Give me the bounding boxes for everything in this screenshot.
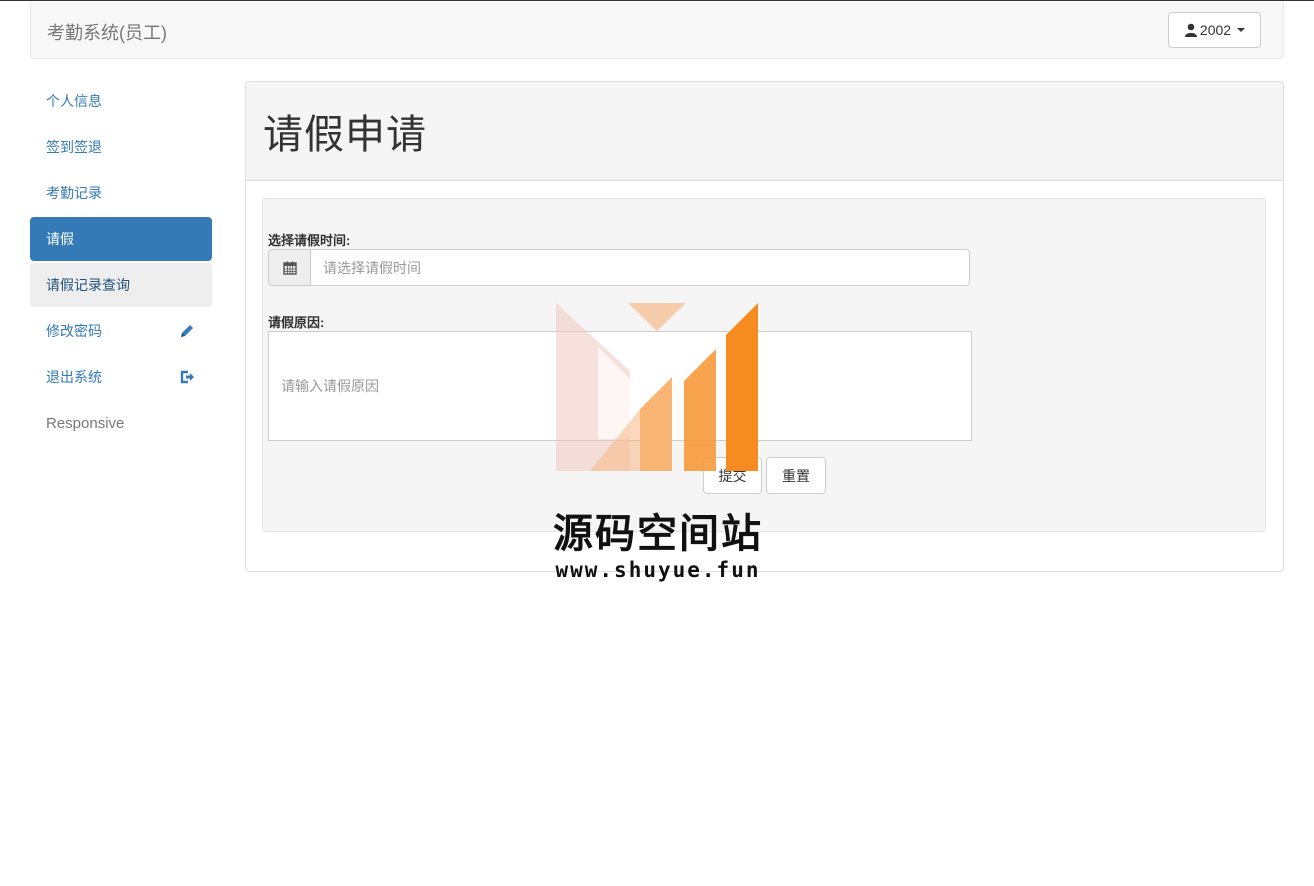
leave-date-input[interactable] [311, 249, 970, 286]
sidebar-item-leave-records[interactable]: 请假记录查询 [30, 263, 212, 307]
user-icon [1184, 23, 1197, 37]
date-label: 选择请假时间: [268, 233, 351, 248]
sidebar-item-logout[interactable]: 退出系统 [30, 355, 212, 399]
sidebar-item-label: 退出系统 [46, 369, 102, 385]
sidebar-item-label: 个人信息 [46, 93, 102, 109]
page-title: 请假申请 [263, 112, 427, 158]
pencil-icon [178, 322, 196, 340]
sidebar-item-sign-in-out[interactable]: 签到签退 [30, 125, 212, 169]
submit-button[interactable]: 提交 [703, 457, 762, 494]
sidebar-item-responsive[interactable]: Responsive [30, 401, 212, 445]
reason-label: 请假原因: [268, 315, 325, 330]
sidebar-item-label: 请假 [46, 231, 74, 247]
calendar-icon[interactable] [268, 249, 311, 286]
sidebar-item-attendance-records[interactable]: 考勤记录 [30, 171, 212, 215]
app-brand[interactable]: 考勤系统(员工) [47, 19, 167, 45]
sidebar-item-label: Responsive [46, 414, 125, 432]
leave-reason-textarea[interactable] [268, 331, 972, 441]
leave-form: 选择请假时间: 请假原因: 提交 重置 [262, 198, 1266, 532]
sidebar-nav: 个人信息 签到签退 考勤记录 请假 请假记录查询 修改密码 退出系统 Respo… [30, 79, 212, 447]
caret-down-icon [1237, 28, 1246, 32]
log-out-icon [178, 368, 196, 386]
user-id-label: 2002 [1199, 22, 1232, 38]
sidebar-item-change-password[interactable]: 修改密码 [30, 309, 212, 353]
sidebar-item-label: 请假记录查询 [46, 277, 130, 293]
sidebar-item-label: 考勤记录 [46, 185, 102, 201]
sidebar-item-label: 签到签退 [46, 139, 102, 155]
user-dropdown-button[interactable]: 2002 [1168, 12, 1261, 48]
sidebar-item-leave[interactable]: 请假 [30, 217, 212, 261]
sidebar-item-label: 修改密码 [46, 323, 102, 339]
panel-heading: 请假申请 [246, 82, 1283, 181]
reset-button[interactable]: 重置 [766, 457, 826, 494]
leave-application-panel: 请假申请 选择请假时间: 请假原因: 提交 重置 [245, 81, 1284, 572]
top-navbar: 考勤系统(员工) 2002 [30, 2, 1284, 59]
sidebar-item-personal-info[interactable]: 个人信息 [30, 79, 212, 123]
date-input-group [268, 249, 970, 286]
